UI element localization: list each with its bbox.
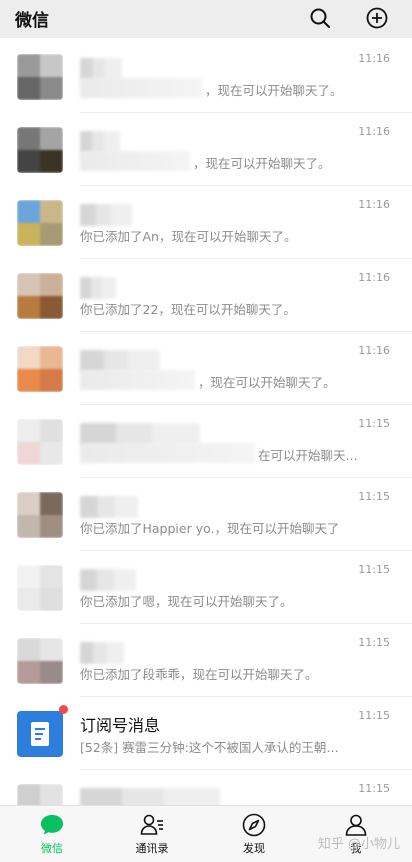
contact-name-redacted xyxy=(80,277,116,299)
chat-preview: 你已添加了段乖乖，现在可以开始聊天了。 xyxy=(80,667,318,682)
contacts-icon xyxy=(140,814,163,835)
redaction xyxy=(80,370,195,390)
subscription-avatar xyxy=(17,711,63,757)
document-icon xyxy=(31,722,49,746)
tab-discover[interactable]: 发现 xyxy=(224,812,284,856)
chat-row[interactable]: 11:15 你已添加了嗯，现在可以开始聊天了。 xyxy=(0,551,412,624)
chat-preview: ，现在可以开始聊天了。 xyxy=(205,83,343,98)
chat-time: 11:15 xyxy=(358,417,390,430)
contact-name-redacted xyxy=(80,204,132,226)
chat-preview: 你已添加了嗯，现在可以开始聊天了。 xyxy=(80,594,293,609)
redaction xyxy=(80,151,190,171)
avatar xyxy=(17,273,63,319)
chat-preview: ，现在可以开始聊天了。 xyxy=(193,156,331,171)
avatar xyxy=(17,346,63,392)
chat-time: 11:15 xyxy=(358,636,390,649)
top-bar: 微信 xyxy=(0,0,412,38)
avatar xyxy=(17,638,63,684)
chat-row[interactable]: 11:16 ，现在可以开始聊天了。 xyxy=(0,332,412,405)
chat-row[interactable]: 11:16 ，现在可以开始聊天了。 xyxy=(0,113,412,186)
contact-name-redacted xyxy=(80,350,160,372)
chat-row[interactable]: 11:15 在可以开始聊天... xyxy=(0,405,412,478)
avatar xyxy=(17,492,63,538)
chat-bubble-icon xyxy=(41,815,63,835)
avatar xyxy=(17,565,63,611)
tab-label: 微信 xyxy=(41,842,63,855)
tab-label: 发现 xyxy=(243,842,265,855)
chat-time: 11:15 xyxy=(358,709,390,722)
chat-name: 订阅号消息 xyxy=(80,716,161,735)
chat-preview: 你已添加了22，现在可以开始聊天了。 xyxy=(80,302,296,317)
contact-name-redacted xyxy=(80,496,138,518)
watermark: 知乎 @小物儿 xyxy=(317,837,400,852)
compass-icon xyxy=(242,813,266,837)
chat-row-subscriptions[interactable]: 订阅号消息 11:15 [52条] 赛雷三分钟:这个不被国人承认的王朝，... xyxy=(0,697,412,770)
avatar xyxy=(17,200,63,246)
bottom-tab-bar: 微信 通讯录 发现 我 知乎 @小物儿 xyxy=(0,805,412,862)
chat-row[interactable]: 11:16 你已添加了22，现在可以开始聊天了。 xyxy=(0,259,412,332)
contact-name-redacted xyxy=(80,58,122,80)
contact-name-redacted xyxy=(80,642,124,664)
chat-list: 11:16 ，现在可以开始聊天了。 11:16 ，现在可以开始聊天了。 11:1… xyxy=(0,40,412,806)
chat-preview: 你已添加了Happier yo.，现在可以开始聊天了 xyxy=(80,521,340,536)
chat-preview: 你已添加了An，现在可以开始聊天了。 xyxy=(80,229,297,244)
avatar xyxy=(17,127,63,173)
chat-preview: ，现在可以开始聊天了。 xyxy=(198,375,336,390)
avatar xyxy=(17,784,63,806)
chat-row[interactable]: 11:15 你已添加了段乖乖，现在可以开始聊天了。 xyxy=(0,624,412,697)
chat-time: 11:15 xyxy=(358,563,390,576)
tab-chats[interactable]: 微信 xyxy=(22,812,82,856)
chat-row[interactable]: 11:16 ，现在可以开始聊天了。 xyxy=(0,40,412,113)
chat-time: 11:16 xyxy=(358,271,390,284)
chat-time: 11:16 xyxy=(358,344,390,357)
plus-circle-icon[interactable] xyxy=(365,6,389,30)
chat-time: 11:16 xyxy=(358,198,390,211)
search-icon[interactable] xyxy=(308,6,332,30)
redaction xyxy=(80,443,255,463)
avatar xyxy=(17,54,63,100)
app-title: 微信 xyxy=(15,11,49,31)
tab-contacts[interactable]: 通讯录 xyxy=(122,812,182,856)
contact-name-redacted xyxy=(80,788,220,806)
tab-label: 通讯录 xyxy=(135,842,169,855)
chat-preview: 在可以开始聊天... xyxy=(258,448,358,463)
chat-preview: [52条] 赛雷三分钟:这个不被国人承认的王朝，... xyxy=(80,740,350,755)
contact-name-redacted xyxy=(80,423,200,445)
chat-time: 11:15 xyxy=(358,782,390,795)
redaction xyxy=(80,78,202,98)
chat-row[interactable]: 11:15 你已添加了Happier yo.，现在可以开始聊天了 xyxy=(0,478,412,551)
chat-row[interactable]: 11:16 你已添加了An，现在可以开始聊天了。 xyxy=(0,186,412,259)
chat-time: 11:16 xyxy=(358,125,390,138)
chat-time: 11:15 xyxy=(358,490,390,503)
unread-badge xyxy=(59,705,68,714)
contact-name-redacted xyxy=(80,131,120,153)
avatar xyxy=(17,419,63,465)
chat-time: 11:16 xyxy=(358,52,390,65)
contact-name-redacted xyxy=(80,569,136,591)
chat-row[interactable]: 11:15 xyxy=(0,770,412,806)
